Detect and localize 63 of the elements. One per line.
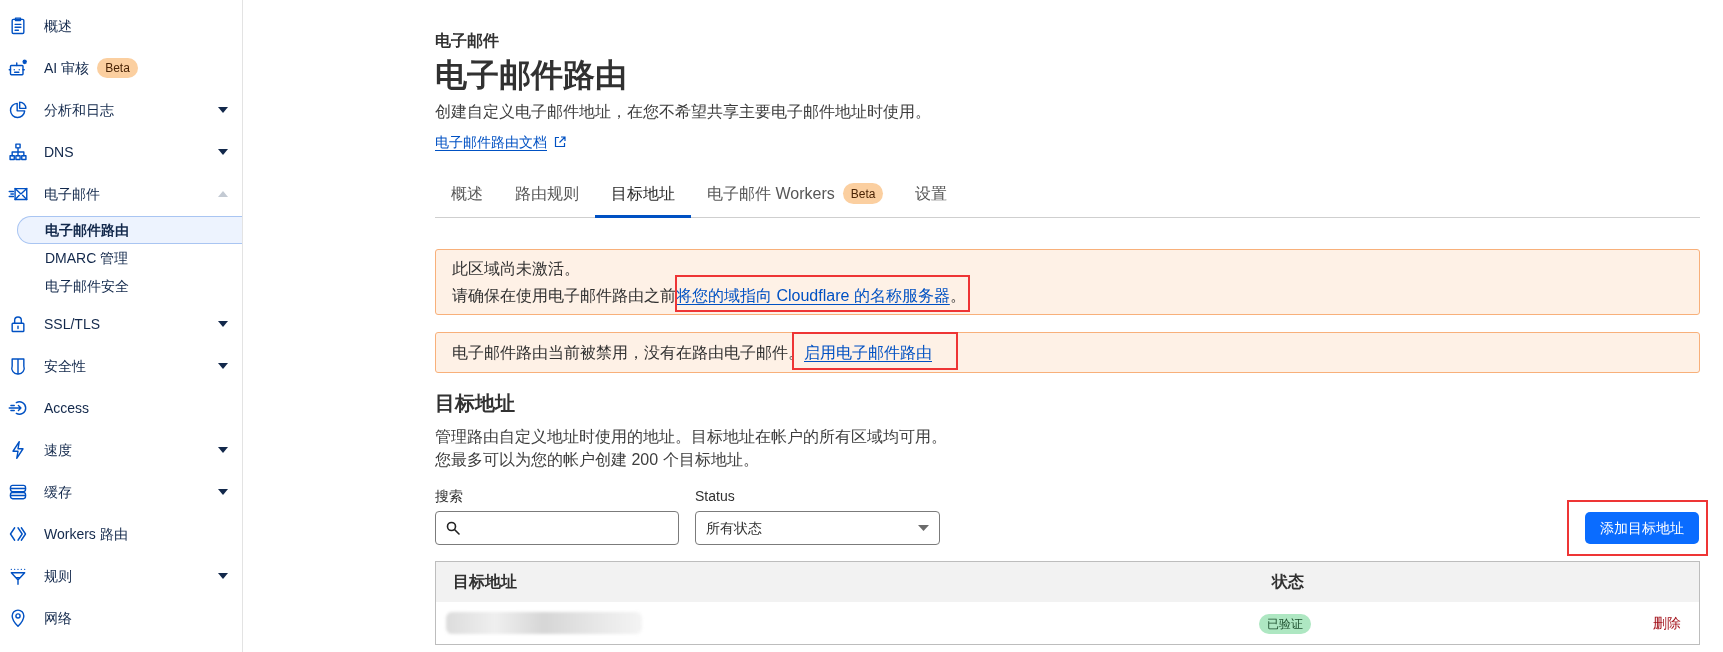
search-icon [446, 521, 460, 535]
alert-text: 此区域尚未激活。 [452, 259, 581, 279]
expand-caret-icon[interactable] [218, 363, 228, 369]
field-label: 搜索 [435, 487, 464, 506]
sidebar-item[interactable]: Workers 路由 [0, 513, 128, 555]
sidebar-item[interactable]: Access [0, 387, 90, 429]
sidebar-item[interactable]: 规则 [0, 555, 72, 597]
tab[interactable]: 设置 [899, 172, 964, 218]
status-dropdown[interactable]: 所有状态 [695, 511, 940, 545]
beta-badge: Beta [842, 183, 884, 204]
sitemap-icon [8, 142, 28, 162]
external-link-icon[interactable] [554, 136, 566, 148]
field-label: Status [695, 487, 736, 506]
tab[interactable]: 概述 [435, 172, 499, 218]
beta-badge: Beta [97, 58, 138, 78]
tab[interactable]: 路由规则 [499, 172, 595, 218]
alert-link[interactable]: 将您的域指向 Cloudflare 的名称服务器 [676, 287, 950, 304]
column-header: 状态 [1270, 572, 1305, 592]
lock-icon [8, 314, 28, 334]
pie-chart-icon [8, 100, 28, 120]
sidebar-item[interactable]: 概述 [0, 5, 72, 47]
sidebar-subitem[interactable]: 电子邮件路由 [17, 216, 242, 244]
delete-link[interactable]: 删除 [1653, 615, 1681, 631]
server-icon [8, 482, 28, 502]
sidebar-item[interactable]: AI 审核 [0, 47, 90, 89]
sign-in-arrow-icon [8, 398, 28, 418]
status-badge: 已验证 [1259, 614, 1311, 634]
expand-caret-icon[interactable] [218, 149, 228, 155]
docs-link[interactable]: 电子邮件路由文档 [435, 131, 547, 153]
column-header: 目标地址 [452, 572, 518, 592]
sidebar-item[interactable]: 分析和日志 [0, 89, 114, 131]
sidebar-item[interactable]: 电子邮件 [0, 173, 100, 215]
section-title: 目标地址 [435, 391, 516, 416]
sidebar-item[interactable]: SSL/TLS [0, 303, 101, 345]
sidebar-subitem[interactable]: DMARC 管理 [17, 244, 242, 272]
chevrons-icon [8, 524, 28, 544]
section-description: 您最多可以为您的帐户创建 200 个目标地址。 [435, 450, 760, 470]
tab[interactable]: 电子邮件 Workers Beta [691, 172, 900, 218]
expand-caret-icon[interactable] [218, 489, 228, 495]
section-label: 电子邮件 [435, 31, 500, 51]
expand-caret-icon[interactable] [218, 321, 228, 327]
alert-text: 请确保在使用电子邮件路由之前将您的域指向 Cloudflare 的名称服务器。 [452, 282, 1683, 309]
expand-caret-icon[interactable] [218, 447, 228, 453]
sidebar-item[interactable]: DNS [0, 131, 74, 173]
sidebar-item[interactable]: 速度 [0, 429, 72, 471]
clipboard-icon [8, 16, 28, 36]
caret-down-icon [918, 525, 929, 531]
sidebar-item[interactable]: 安全性 [0, 345, 86, 387]
add-address-button[interactable]: 添加目标地址 [1585, 512, 1699, 544]
sidebar-subitem[interactable]: 电子邮件安全 [17, 272, 242, 300]
expand-caret-icon[interactable] [218, 573, 228, 579]
alert-link[interactable]: 启用电子邮件路由 [804, 344, 932, 361]
sidebar-item[interactable]: 缓存 [0, 471, 72, 513]
funnel-icon [8, 566, 28, 586]
shield-icon [8, 356, 28, 376]
page-description: 创建自定义电子邮件地址，在您不希望共享主要电子邮件地址时使用。 [435, 102, 932, 122]
section-description: 管理路由自定义地址时使用的地址。目标地址在帐户的所有区域均可用。 [435, 427, 948, 447]
search-field[interactable] [435, 511, 679, 545]
sidebar-item[interactable]: 网络 [0, 597, 72, 639]
robot-icon [8, 58, 28, 78]
page-title: 电子邮件路由 [435, 56, 628, 95]
expand-caret-icon[interactable] [218, 107, 228, 113]
tab[interactable]: 目标地址 [595, 172, 691, 218]
